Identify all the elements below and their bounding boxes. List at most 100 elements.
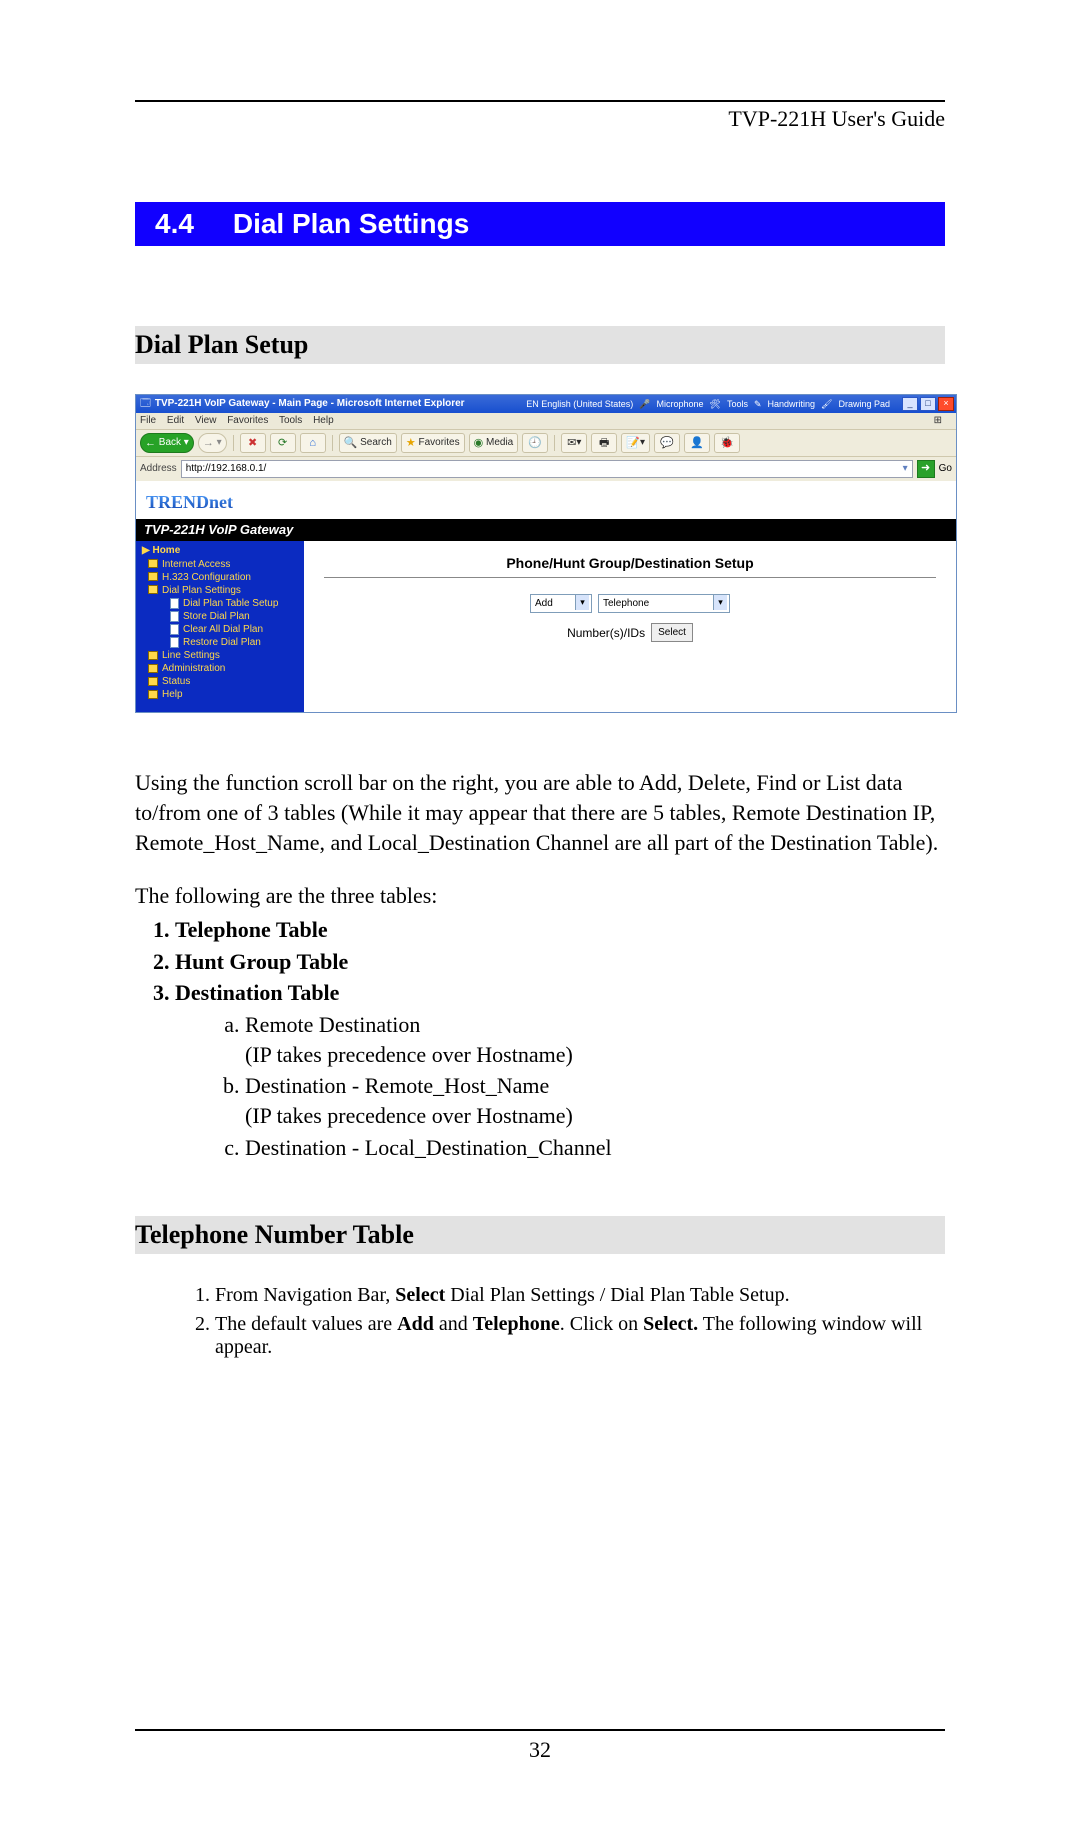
messenger-button[interactable]: 👤 [684,433,710,453]
search-label: Search [360,437,392,449]
ie-toolbar: ← Back ▾ → ▾ ✖ ⟳ ⌂ 🔍 Search ★ Favorites … [136,429,956,456]
language-bar: EN English (United States) 🎤 Microphone … [526,397,954,411]
media-icon: ◉ [474,438,484,449]
windows-flag-icon: ⊞ [934,415,942,427]
toolbar-separator [233,435,234,451]
brand-strip: TRENDnet [136,481,956,519]
toolbar-separator [332,435,333,451]
maximize-button[interactable]: □ [920,397,936,411]
address-value: http://192.168.0.1/ [186,463,267,475]
back-label: Back [159,437,181,449]
ie-page-icon: 🗔 [140,398,151,410]
extra-button[interactable]: 🐞 [714,433,740,453]
destination-sublist: Remote Destination (IP takes precedence … [205,1010,945,1162]
globe-icon: 🐞 [720,438,734,449]
menu-help[interactable]: Help [313,415,334,426]
nav-store-dial-plan[interactable]: Store Dial Plan [156,611,300,623]
tables-list-item: Hunt Group Table [175,947,945,977]
type-select[interactable]: Telephone [598,594,730,613]
address-label: Address [140,463,177,475]
forward-button[interactable]: → ▾ [198,433,227,453]
paragraph-2: The following are the three tables: [135,881,945,911]
history-button[interactable]: 🕘 [522,433,548,453]
toolbar-separator [554,435,555,451]
refresh-icon: ⟳ [278,438,287,449]
top-rule [135,100,945,102]
messenger-icon: 👤 [690,438,704,449]
steps-list-item: The default values are Add and Telephone… [215,1313,945,1359]
mic-icon[interactable]: 🎤 [639,399,650,410]
history-icon: 🕘 [528,438,542,449]
edit-icon: 📝 [626,438,640,449]
langbar-draw[interactable]: Drawing Pad [838,399,890,410]
menu-edit[interactable]: Edit [167,415,184,426]
discuss-button[interactable]: 💬 [654,433,680,453]
langbar-mic[interactable]: Microphone [656,399,703,410]
langbar-lang[interactable]: EN English (United States) [526,399,633,410]
edit-button[interactable]: 📝▾ [621,433,650,453]
nav-h323-config[interactable]: H.323 Configuration [148,572,300,584]
action-select[interactable]: Add [530,594,592,613]
gateway-content: Phone/Hunt Group/Destination Setup Add T… [304,541,956,713]
langbar-tools[interactable]: Tools [727,399,748,410]
media-button[interactable]: ◉ Media [469,433,519,453]
nav-dial-plan-table-setup[interactable]: Dial Plan Table Setup [156,598,300,610]
nav-home[interactable]: ▶ Home [140,545,300,557]
home-icon: ⌂ [309,438,316,449]
nav-internet-access[interactable]: Internet Access [148,559,300,571]
search-button[interactable]: 🔍 Search [339,433,397,453]
arrow-left-icon: ← [145,438,156,449]
back-button[interactable]: ← Back ▾ [140,433,194,453]
chevron-down-icon[interactable]: ▾ [903,463,908,475]
minimize-button[interactable]: _ [902,397,918,411]
section-title: Dial Plan Settings [233,208,470,239]
select-button[interactable]: Select [651,623,693,642]
arrow-right-icon: → [203,438,214,449]
steps-list: From Navigation Bar, Select Dial Plan Se… [215,1284,945,1359]
mail-icon: ✉ [567,438,576,449]
nav-line-settings[interactable]: Line Settings [148,650,300,662]
home-button[interactable]: ⌂ [300,433,326,453]
print-icon: 🖶 [599,438,609,449]
favorites-label: Favorites [418,437,459,449]
section-number: 4.4 [155,208,194,239]
paragraph-1: Using the function scroll bar on the rig… [135,768,945,857]
refresh-button[interactable]: ⟳ [270,433,296,453]
handwriting-icon[interactable]: ✎ [754,399,762,410]
nav-administration[interactable]: Administration [148,663,300,675]
steps-list-item: From Navigation Bar, Select Dial Plan Se… [215,1284,945,1307]
nav-clear-all-dial-plan[interactable]: Clear All Dial Plan [156,624,300,636]
media-label: Media [486,437,513,449]
nav-dial-plan-settings[interactable]: Dial Plan Settings Dial Plan Table Setup… [148,585,300,650]
langbar-hand[interactable]: Handwriting [768,399,816,410]
stop-icon: ✖ [248,438,257,449]
nav-restore-dial-plan[interactable]: Restore Dial Plan [156,637,300,649]
content-heading: Phone/Hunt Group/Destination Setup [324,555,936,572]
subheading-dial-plan-setup: Dial Plan Setup [135,326,945,364]
destination-sublist-item: Destination - Remote_Host_Name (IP takes… [245,1071,945,1130]
app-window: 🗔 TVP-221H VoIP Gateway - Main Page - Mi… [135,394,957,713]
print-button[interactable]: 🖶 [591,433,617,453]
nav-help[interactable]: Help [148,689,300,701]
menu-file[interactable]: File [140,415,156,426]
tables-list: Telephone Table Hunt Group Table Destina… [175,915,945,1163]
address-input[interactable]: http://192.168.0.1/ ▾ [181,460,913,478]
destination-sublist-item: Remote Destination (IP takes precedence … [245,1010,945,1069]
mail-button[interactable]: ✉▾ [561,433,587,453]
favorites-button[interactable]: ★ Favorites [401,433,465,453]
drawing-icon[interactable]: 🖌 [821,399,832,410]
ie-menubar: File Edit View Favorites Tools Help ⊞ [136,413,956,429]
menu-favorites[interactable]: Favorites [227,415,268,426]
menu-tools[interactable]: Tools [279,415,302,426]
section-heading: 4.4 Dial Plan Settings [135,202,945,246]
tools-icon[interactable]: 🛠 [710,399,721,410]
nav-status[interactable]: Status [148,676,300,688]
trendnet-logo: TRENDnet [146,492,233,514]
search-icon: 🔍 [344,438,358,449]
gateway-title-bar: TVP-221H VoIP Gateway [136,519,956,541]
go-button[interactable]: ➜ [917,460,935,478]
star-icon: ★ [406,438,416,449]
menu-view[interactable]: View [195,415,217,426]
stop-button[interactable]: ✖ [240,433,266,453]
close-button[interactable]: × [938,397,954,411]
